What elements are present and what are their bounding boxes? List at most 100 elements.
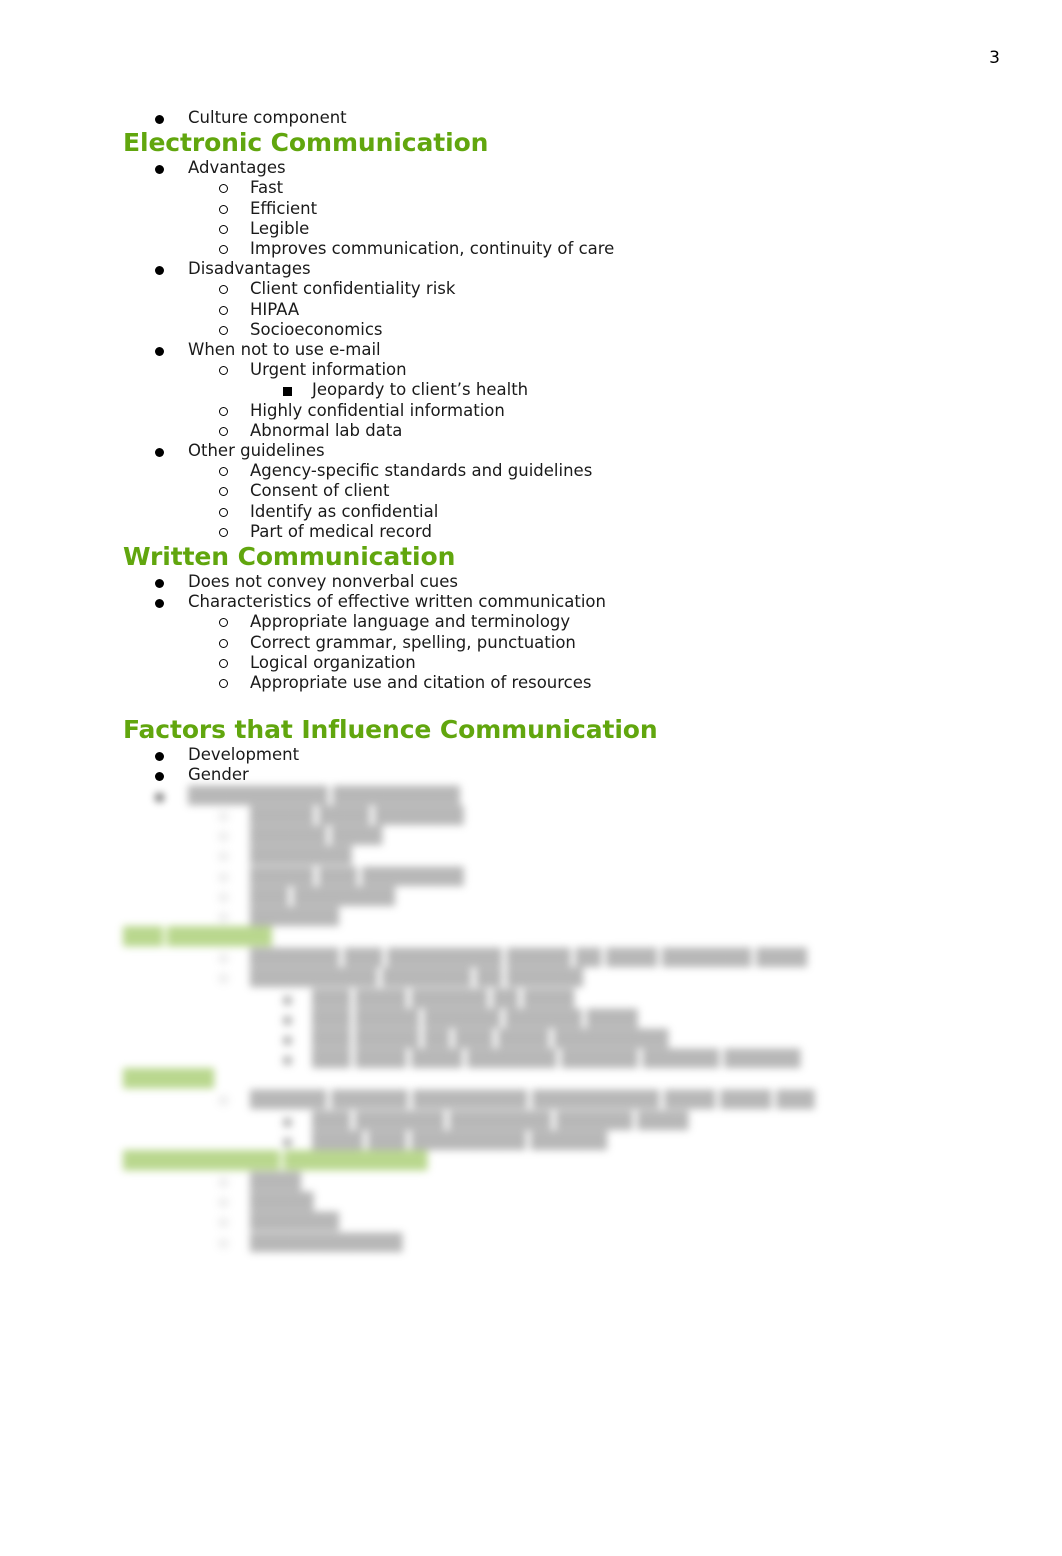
list-item-label: ███ ████ ██████ ██ ████	[312, 988, 575, 1008]
circle-bullet-icon	[219, 184, 228, 194]
circle-bullet-icon	[219, 1198, 228, 1208]
list-item: Efficient	[0, 199, 1062, 219]
square-bullet-icon	[283, 387, 292, 397]
list-item-label: Efficient	[250, 198, 318, 218]
list-item: ███ █████ ██████ ██████ ████	[0, 1009, 1062, 1029]
list-item: Highly confidential information	[0, 401, 1062, 421]
list-item-other-guidelines: Other guidelines	[0, 441, 1062, 461]
list-item: Appropriate use and citation of resource…	[0, 673, 1062, 693]
list-item-label: Development	[188, 745, 300, 765]
list-obscured-a: ███████████ ██████████ █████ ████ ██████…	[0, 786, 1062, 927]
list-item-label: Urgent information	[250, 360, 407, 380]
circle-bullet-icon	[219, 507, 228, 517]
list-item: ███████████ ██████████	[0, 786, 1062, 806]
list-item: ███ ████ ██████ ██ ████	[0, 989, 1062, 1009]
list-item-label: Consent of client	[250, 481, 390, 501]
list-item: ██████████ ███████ ██ ██████	[0, 968, 1062, 988]
list-item: Legible	[0, 219, 1062, 239]
disc-bullet-icon	[155, 115, 164, 124]
list-item: Development	[0, 745, 1062, 765]
list-item-label: ███ ████████	[250, 886, 395, 906]
list-item-label: Improves communication, continuity of ca…	[250, 239, 615, 259]
list-item-label: ███████████ ██████████	[188, 785, 460, 805]
circle-bullet-icon	[219, 487, 228, 497]
list-item: ███ ███████ ████████ ██████ ████	[0, 1111, 1062, 1131]
list-item-label: Fast	[250, 178, 284, 198]
disc-bullet-icon	[155, 266, 164, 276]
list-item: Part of medical record	[0, 522, 1062, 542]
list-item-label: Culture component	[188, 108, 347, 127]
list-item-label: Does not convey nonverbal cues	[188, 572, 459, 592]
circle-bullet-icon	[219, 974, 228, 984]
list-item-label: Logical organization	[250, 652, 416, 672]
list-item-label: ████ ███ █████████ ██████	[312, 1130, 607, 1150]
page-number: 3	[989, 48, 1000, 68]
list-item: ██████ ████	[0, 826, 1062, 846]
list-item-label: Correct grammar, spelling, punctuation	[250, 632, 576, 652]
list-item-label: ███ █████ ██████ ██████ ████	[312, 1008, 638, 1028]
list-item-label: ██████████ ███████ ██ ██████	[250, 968, 583, 988]
circle-bullet-icon	[219, 1238, 228, 1248]
document-page: 3 Culture component Electronic Communica…	[0, 0, 1062, 1556]
list-item: ████████████	[0, 1233, 1062, 1253]
list-item: Gender	[0, 765, 1062, 785]
list-written-communication: Does not convey nonverbal cues Character…	[0, 572, 1062, 693]
list-item-label: █████	[250, 1192, 314, 1212]
list-item-label: ███ █████ ██ ███ ████ █████████	[312, 1028, 669, 1048]
list-obscured-c: ██████ ██████ █████████ ██████████ ████ …	[0, 1090, 1062, 1151]
circle-bullet-icon	[219, 366, 228, 376]
list-item-label: ████████████	[250, 1232, 403, 1252]
heading-written-communication: Written Communication	[123, 542, 456, 572]
list-item-label: Appropriate language and terminology	[250, 612, 571, 632]
list-item-label: ████████	[250, 846, 352, 866]
list-item-label: Client confidentiality risk	[250, 279, 456, 299]
square-bullet-icon	[283, 1137, 292, 1147]
circle-bullet-icon	[219, 912, 228, 922]
heading-obscured-c: ████████████ ███████████	[0, 1150, 1062, 1172]
list-item: Abnormal lab data	[0, 421, 1062, 441]
list-item-label: Part of medical record	[250, 521, 432, 541]
obscured-region: ███████████ ██████████ █████ ████ ██████…	[0, 786, 1062, 1253]
heading-obscured-a-label: ███ ████████	[123, 927, 272, 948]
circle-bullet-icon	[219, 1177, 228, 1187]
list-item: Jeopardy to client’s health	[0, 380, 1062, 400]
heading-obscured-a: ███ ████████	[0, 927, 1062, 948]
list-item-label: Highly confidential information	[250, 400, 505, 420]
list-item-label: Appropriate use and citation of resource…	[250, 673, 592, 693]
list-item-label: Gender	[188, 765, 249, 785]
heading-factors-influence-communication: Factors that Influence Communication	[123, 715, 658, 745]
disc-bullet-icon	[155, 772, 164, 782]
disc-bullet-icon	[155, 448, 164, 458]
list-item-label: Disadvantages	[188, 259, 311, 279]
square-bullet-icon	[283, 1035, 292, 1045]
list-item: ███████	[0, 907, 1062, 927]
list-item: █████	[0, 1192, 1062, 1212]
list-item-label: █████ ███ ████████	[250, 866, 464, 886]
heading-obscured-b: ███████	[0, 1069, 1062, 1090]
disc-bullet-icon	[155, 792, 164, 802]
list-item: Logical organization	[0, 653, 1062, 673]
circle-bullet-icon	[219, 305, 228, 315]
list-item: Characteristics of effective written com…	[0, 592, 1062, 612]
list-item-label: ██████ ████	[250, 826, 383, 846]
disc-bullet-icon	[155, 579, 164, 589]
circle-bullet-icon	[219, 527, 228, 537]
list-item-label: ███ ████ ████ ███████ ██████ ██████ ████…	[312, 1049, 801, 1069]
list-item: Consent of client	[0, 481, 1062, 501]
disc-bullet-icon	[155, 752, 164, 762]
list-item-label: ███████	[250, 1212, 339, 1232]
circle-bullet-icon	[219, 832, 228, 842]
list-item: █████ ███ ████████	[0, 867, 1062, 887]
circle-bullet-icon	[219, 426, 228, 436]
list-item-label: ████	[250, 1171, 301, 1191]
list-item: █████ ████ ███████	[0, 806, 1062, 826]
square-bullet-icon	[283, 1056, 292, 1066]
list-item: ████ ███ █████████ ██████	[0, 1131, 1062, 1151]
heading-electronic-communication: Electronic Communication	[123, 128, 489, 158]
list-item-label: ██████ ██████ █████████ ██████████ ████ …	[250, 1090, 815, 1110]
list-item: Fast	[0, 178, 1062, 198]
list-item: Urgent information	[0, 360, 1062, 380]
list-item: ████████	[0, 846, 1062, 866]
circle-bullet-icon	[219, 852, 228, 862]
list-item: ████	[0, 1172, 1062, 1192]
